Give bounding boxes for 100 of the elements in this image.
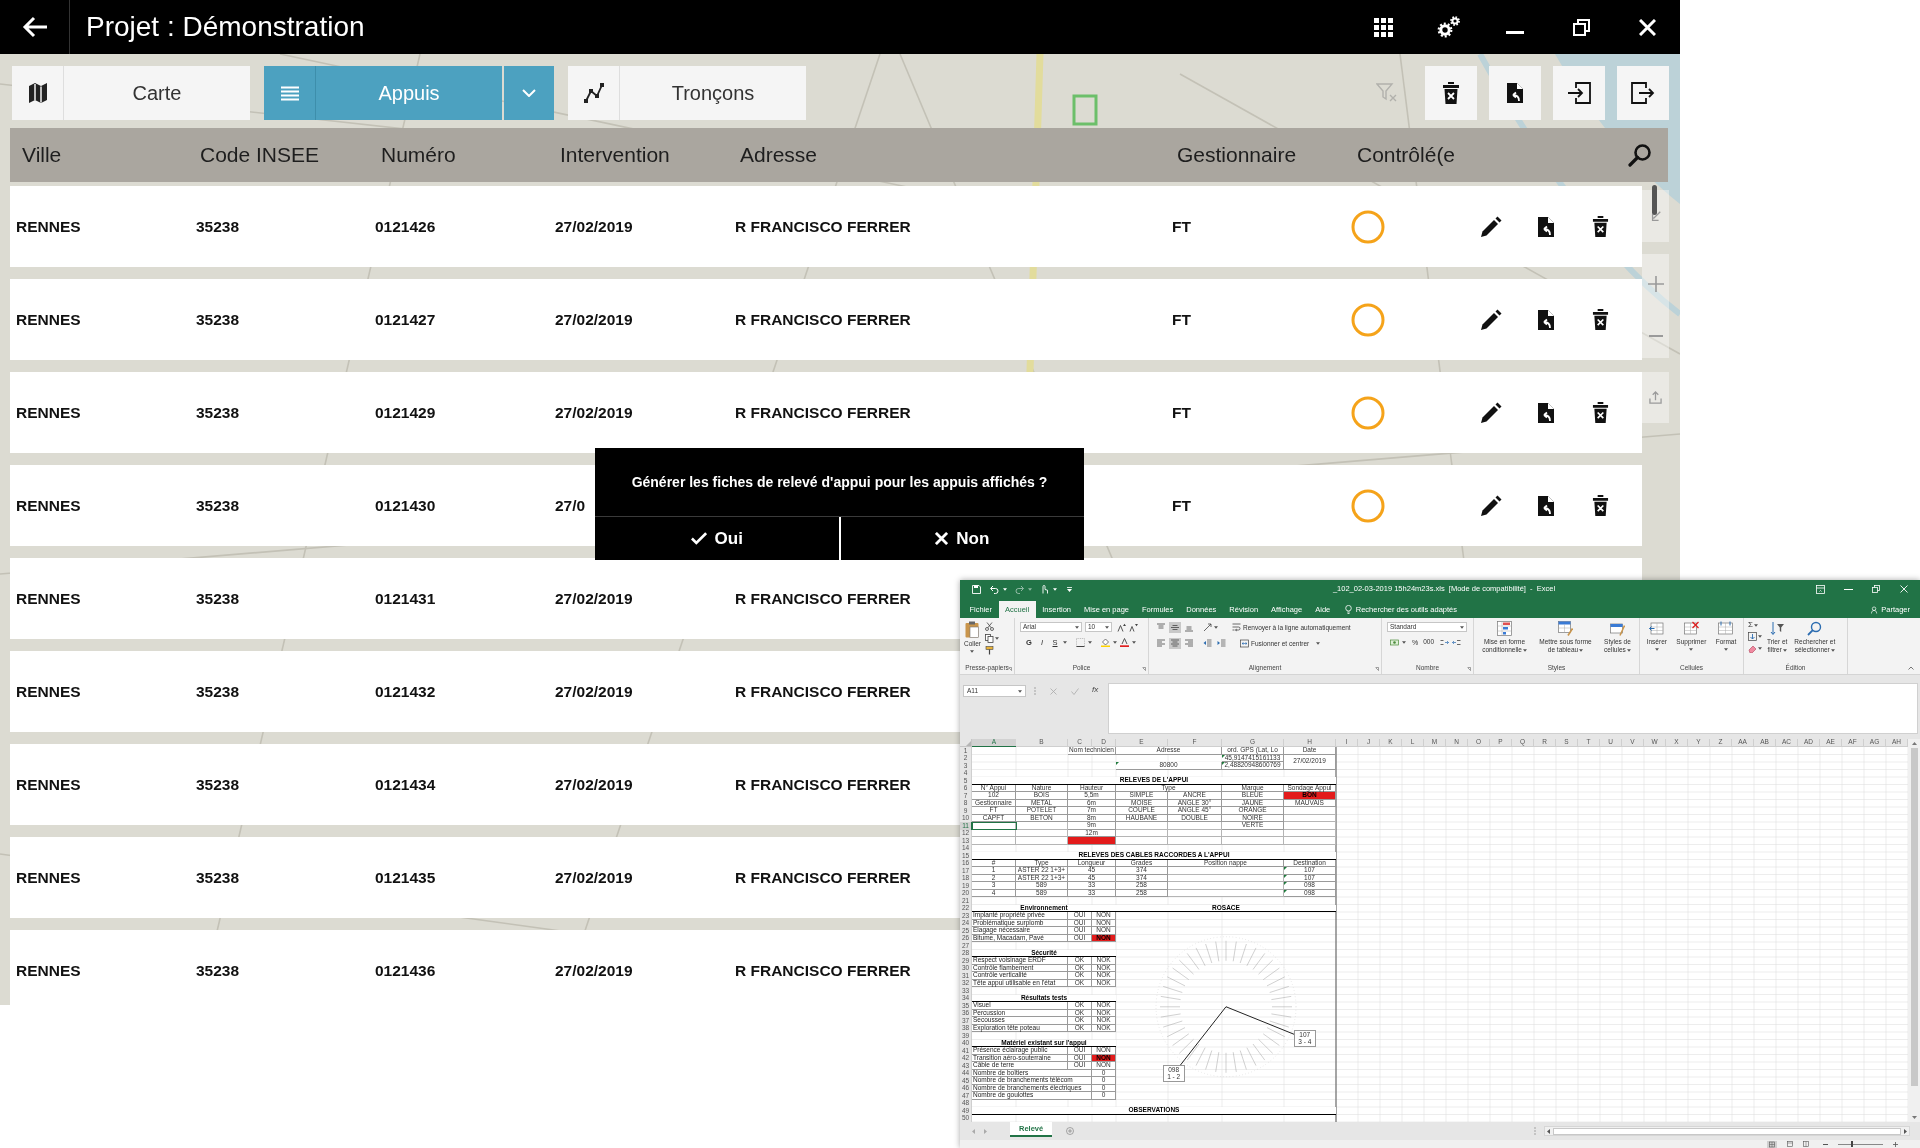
file-arrow-icon[interactable] (1537, 494, 1555, 517)
sheet-cell[interactable] (1068, 837, 1116, 845)
decimal-decrease-icon[interactable] (1452, 638, 1462, 647)
align-left-icon[interactable] (1155, 638, 1167, 649)
column-header[interactable]: Ville (22, 143, 62, 167)
pencil-icon[interactable] (1480, 494, 1502, 517)
caret-icon[interactable] (1003, 587, 1007, 591)
table-cell: 0121432 (375, 682, 436, 700)
caret-icon (995, 637, 999, 640)
column-header[interactable]: Adresse (740, 143, 818, 167)
search-icon[interactable] (1628, 143, 1652, 167)
copy-icon[interactable] (985, 634, 994, 643)
dialog-launcher-icon[interactable] (1467, 667, 1471, 671)
format-painter-icon[interactable] (985, 646, 994, 655)
indent-increase-icon[interactable] (1217, 639, 1226, 648)
redo-icon[interactable] (1015, 584, 1024, 594)
column-header[interactable]: Gestionnaire (1177, 143, 1297, 167)
right-arrow-icon[interactable] (984, 1128, 987, 1134)
map-upload-button[interactable] (1642, 372, 1669, 423)
check-icon[interactable] (1071, 688, 1079, 695)
align-middle-icon[interactable] (1169, 622, 1181, 633)
indent-decrease-icon[interactable] (1203, 639, 1212, 648)
column-header[interactable]: Contrôlé(e (1357, 143, 1456, 167)
vertical-scrollbar[interactable] (1908, 739, 1920, 1122)
borders-icon[interactable] (1076, 638, 1085, 647)
collapse-ribbon-icon[interactable] (1908, 666, 1914, 670)
fill-color-icon[interactable] (1101, 638, 1110, 647)
fill-down-icon[interactable] (1748, 632, 1757, 641)
undo-icon[interactable] (990, 584, 999, 594)
dialog-launcher-icon[interactable] (1142, 667, 1146, 671)
save-icon[interactable] (972, 584, 981, 594)
pencil-icon[interactable] (1480, 401, 1502, 424)
hand-icon[interactable] (1040, 584, 1049, 594)
scroll-right-icon[interactable] (1904, 1128, 1907, 1134)
caret-icon (1316, 642, 1321, 645)
zoom-in-icon[interactable] (1647, 275, 1664, 292)
decimal-increase-icon[interactable] (1440, 638, 1450, 647)
insert-function-button[interactable]: fx (1092, 686, 1099, 694)
dialog-launcher-icon[interactable] (1375, 667, 1379, 671)
caret-icon (1088, 641, 1092, 644)
align-center-icon[interactable] (1169, 638, 1181, 649)
scrollbar-thumb[interactable] (1652, 185, 1657, 215)
sort-filter-icon (1769, 621, 1785, 636)
left-arrow-icon[interactable] (972, 1128, 975, 1134)
caret-icon (1654, 647, 1659, 651)
no-button[interactable]: Non (838, 517, 1084, 560)
trash-icon[interactable] (1592, 495, 1609, 516)
dialog-launcher-icon[interactable] (1008, 667, 1012, 671)
file-arrow-icon[interactable] (1537, 215, 1555, 238)
minus-icon[interactable] (1823, 1143, 1828, 1145)
caret-icon[interactable] (1053, 587, 1057, 591)
align-right-icon[interactable] (1183, 638, 1195, 649)
pencil-icon[interactable] (1480, 215, 1502, 238)
column-header[interactable]: Code INSEE (200, 143, 320, 167)
file-arrow-icon[interactable] (1537, 308, 1555, 331)
column-header[interactable]: Intervention (560, 143, 670, 167)
yes-button[interactable]: Oui (595, 517, 839, 560)
view-tab[interactable]: Tronçons (568, 66, 806, 120)
conditional-format-icon (1497, 621, 1513, 636)
autosum-button[interactable]: Σ (1748, 621, 1753, 629)
back-arrow-icon (20, 15, 49, 39)
currency-icon[interactable] (1390, 638, 1399, 647)
add-sheet-icon[interactable] (1066, 1127, 1075, 1135)
font-color-icon[interactable] (1120, 638, 1129, 647)
caret-icon (1753, 623, 1758, 627)
map-collapse-button[interactable] (1642, 190, 1669, 242)
scissors-icon[interactable] (985, 622, 994, 631)
box-arrow-out-icon (1631, 82, 1655, 104)
formula-input[interactable] (1108, 683, 1918, 734)
caret-icon (1105, 625, 1109, 629)
export-button[interactable] (1489, 66, 1541, 120)
shrink-font-icon[interactable] (1129, 622, 1138, 632)
trash-icon[interactable] (1592, 216, 1609, 237)
trash-icon[interactable] (1592, 309, 1609, 330)
column-header[interactable]: Numéro (381, 143, 456, 167)
grow-font-icon[interactable] (1117, 622, 1126, 632)
eraser-icon[interactable] (1748, 644, 1757, 653)
scroll-up-icon[interactable] (1911, 742, 1917, 745)
normal-view-icon[interactable] (1767, 1140, 1777, 1148)
scrollbar-thumb[interactable] (1553, 1127, 1901, 1135)
plus-icon[interactable] (1893, 1141, 1898, 1147)
text-angle-icon[interactable] (1203, 623, 1212, 632)
error-indicator-icon (1116, 762, 1119, 765)
exit-button[interactable] (1617, 66, 1669, 120)
horizontal-scrollbar[interactable] (1544, 1126, 1910, 1136)
page-layout-icon[interactable] (1787, 1141, 1793, 1147)
pencil-icon[interactable] (1480, 308, 1502, 331)
scroll-down-icon[interactable] (1911, 1116, 1917, 1119)
scroll-left-icon[interactable] (1547, 1128, 1550, 1134)
customize-icon[interactable] (1067, 586, 1072, 592)
delete-all-button[interactable] (1425, 66, 1477, 120)
import-button[interactable] (1553, 66, 1605, 120)
page-break-icon[interactable] (1803, 1141, 1809, 1147)
trash-icon[interactable] (1592, 402, 1609, 423)
slider-thumb[interactable] (1850, 1140, 1853, 1147)
file-arrow-icon[interactable] (1537, 401, 1555, 424)
view-tab[interactable]: Carte (12, 66, 250, 120)
scrollbar-thumb[interactable] (1910, 748, 1918, 1086)
table-cell: 35238 (196, 868, 240, 886)
zoom-out-icon[interactable] (1648, 334, 1663, 337)
